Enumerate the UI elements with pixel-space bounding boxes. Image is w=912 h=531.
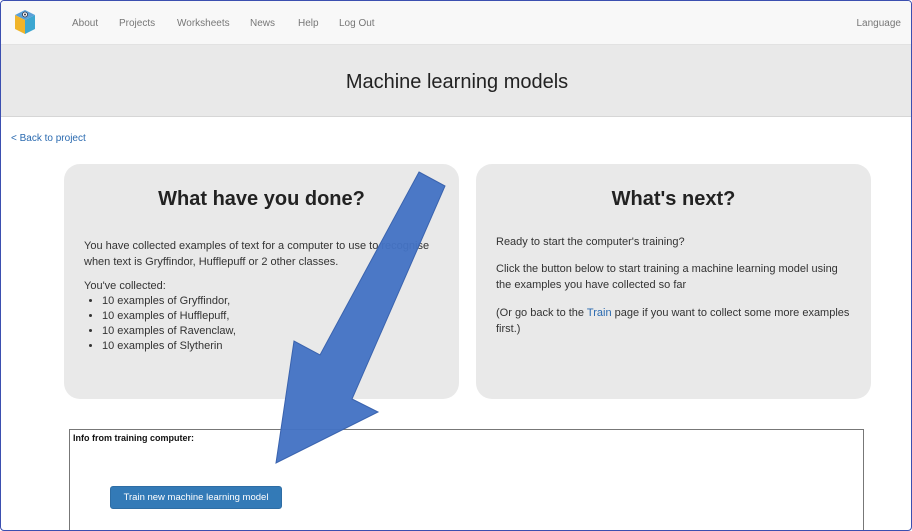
nav-logout[interactable]: Log Out — [339, 18, 375, 29]
language-menu[interactable]: Language — [857, 18, 902, 29]
whats-next-panel: What's next? Ready to start the computer… — [476, 164, 871, 399]
nav-help[interactable]: Help — [298, 18, 319, 29]
collected-label: You've collected: — [84, 280, 166, 292]
collected-list: 10 examples of Gryffindor, 10 examples o… — [84, 294, 434, 354]
panel-heading: What's next? — [611, 188, 736, 210]
page-header: Machine learning models — [1, 45, 911, 117]
browser-frame: About Projects Worksheets News Help Log … — [0, 0, 912, 531]
list-item: 10 examples of Hufflepuff, — [102, 309, 434, 324]
training-info-box: Info from training computer: Train new m… — [69, 429, 864, 530]
nav-news[interactable]: News — [250, 18, 275, 29]
nav-worksheets[interactable]: Worksheets — [177, 18, 230, 29]
go-back-prefix: (Or go back to the — [496, 307, 587, 319]
panel-heading: What have you done? — [158, 188, 365, 210]
ml4k-logo-icon[interactable] — [13, 8, 37, 36]
list-item: 10 examples of Slytherin — [102, 339, 434, 354]
go-back-text: (Or go back to the Train page if you wan… — [496, 305, 856, 337]
list-item: 10 examples of Gryffindor, — [102, 294, 434, 309]
list-item: 10 examples of Ravenclaw, — [102, 324, 434, 339]
click-button-text: Click the button below to start training… — [496, 263, 838, 291]
back-to-project-link[interactable]: < Back to project — [11, 133, 86, 144]
page-title: Machine learning models — [345, 71, 569, 93]
nav-projects[interactable]: Projects — [119, 18, 155, 29]
nav-about[interactable]: About — [72, 18, 98, 29]
train-page-link[interactable]: Train — [587, 307, 612, 319]
what-have-you-done-panel: What have you done? You have collected e… — [64, 164, 459, 399]
top-navbar: About Projects Worksheets News Help Log … — [1, 1, 911, 45]
train-model-button[interactable]: Train new machine learning model — [110, 486, 282, 509]
collected-description: You have collected examples of text for … — [84, 240, 430, 268]
ready-text: Ready to start the computer's training? — [496, 236, 685, 248]
info-title: Info from training computer: — [73, 433, 194, 443]
